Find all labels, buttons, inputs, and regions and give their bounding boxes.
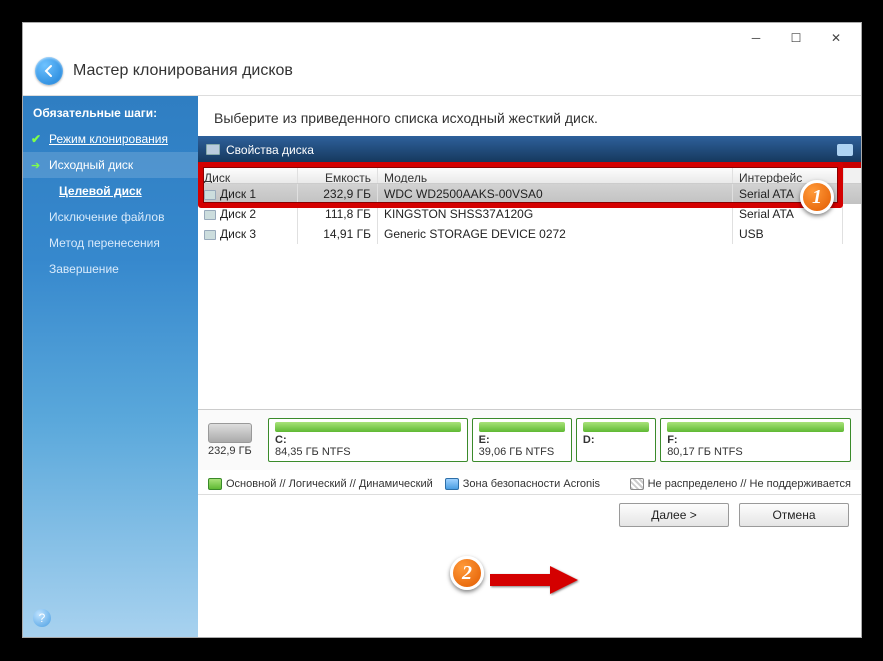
sidebar-step-method: Метод перенесения — [23, 230, 198, 256]
footer: Далее > Отмена — [198, 494, 861, 535]
sidebar-step-label: Целевой диск — [59, 184, 142, 198]
help-button[interactable]: ? — [33, 609, 51, 627]
next-button[interactable]: Далее > — [619, 503, 729, 527]
hdd-icon — [204, 230, 216, 240]
main-panel: Выберите из приведенного списка исходный… — [198, 96, 861, 637]
columns-button[interactable] — [837, 144, 853, 156]
hdd-icon — [204, 190, 216, 200]
table-row[interactable]: Диск 2 111,8 ГБ KINGSTON SHSS37A120G Ser… — [198, 204, 861, 224]
disk-summary: 232,9 ГБ — [208, 418, 262, 462]
hdd-icon — [204, 210, 216, 220]
cancel-button[interactable]: Отмена — [739, 503, 849, 527]
partition-f[interactable]: F: 80,17 ГБ NTFS — [660, 418, 851, 462]
partition-e[interactable]: E: 39,06 ГБ NTFS — [472, 418, 572, 462]
sidebar-step-exclusions: Исключение файлов — [23, 204, 198, 230]
partition-bars: C: 84,35 ГБ NTFS E: 39,06 ГБ NTFS D: — [268, 418, 851, 462]
toolbar-props-label[interactable]: Свойства диска — [226, 143, 314, 157]
disk-table: Диск Емкость Модель Интерфейс Диск 1 232… — [198, 162, 861, 409]
sidebar-step-label: Метод перенесения — [49, 236, 160, 250]
col-disk[interactable]: Диск — [198, 168, 298, 183]
legend-swatch-acronis — [445, 478, 459, 490]
minimize-button[interactable]: ─ — [736, 27, 776, 49]
table-row[interactable]: Диск 1 232,9 ГБ WDC WD2500AAKS-00VSA0 Se… — [198, 184, 861, 204]
legend: Основной // Логический // Динамический З… — [198, 470, 861, 494]
legend-swatch-primary — [208, 478, 222, 490]
close-button[interactable]: ✕ — [816, 27, 856, 49]
partition-c[interactable]: C: 84,35 ГБ NTFS — [268, 418, 468, 462]
back-button[interactable] — [35, 57, 63, 85]
col-capacity[interactable]: Емкость — [298, 168, 378, 183]
disk-image-icon — [208, 423, 252, 443]
annotation-badge-2: 2 — [450, 556, 484, 590]
legend-swatch-unalloc — [630, 478, 644, 490]
sidebar: Обязательные шаги: ✔ Режим клонирования … — [23, 96, 198, 637]
col-model[interactable]: Модель — [378, 168, 733, 183]
wizard-window: ─ ☐ ✕ Мастер клонирования дисков Обязате… — [22, 22, 862, 638]
arrow-right-icon: ➔ — [31, 159, 40, 172]
arrow-left-icon — [42, 64, 56, 78]
table-header: Диск Емкость Модель Интерфейс — [198, 162, 861, 184]
titlebar: ─ ☐ ✕ — [23, 23, 861, 53]
sidebar-step-label: Режим клонирования — [49, 132, 168, 146]
table-body: Диск 1 232,9 ГБ WDC WD2500AAKS-00VSA0 Se… — [198, 184, 861, 409]
sidebar-step-clone-mode[interactable]: ✔ Режим клонирования — [23, 126, 198, 152]
sidebar-step-target-disk[interactable]: Целевой диск — [23, 178, 198, 204]
partition-d[interactable]: D: — [576, 418, 656, 462]
header: Мастер клонирования дисков — [23, 53, 861, 96]
disk-icon — [206, 144, 220, 155]
maximize-button[interactable]: ☐ — [776, 27, 816, 49]
col-interface[interactable]: Интерфейс — [733, 168, 843, 183]
disk-toolbar: Свойства диска — [198, 136, 861, 162]
wizard-title: Мастер клонирования дисков — [73, 62, 293, 80]
sidebar-group-label: Обязательные шаги: — [23, 100, 198, 126]
sidebar-step-source-disk[interactable]: ➔ Исходный диск — [23, 152, 198, 178]
sidebar-step-label: Исключение файлов — [49, 210, 164, 224]
annotation-arrow-icon — [490, 566, 580, 596]
scrollbar[interactable] — [843, 168, 861, 183]
annotation-badge-1: 1 — [800, 180, 834, 214]
partition-panel: 232,9 ГБ C: 84,35 ГБ NTFS E: 39,06 ГБ NT… — [198, 409, 861, 470]
check-icon: ✔ — [31, 132, 41, 146]
sidebar-step-label: Завершение — [49, 262, 119, 276]
table-row[interactable]: Диск 3 14,91 ГБ Generic STORAGE DEVICE 0… — [198, 224, 861, 244]
sidebar-step-finish: Завершение — [23, 256, 198, 282]
sidebar-step-label: Исходный диск — [49, 158, 133, 172]
instruction-text: Выберите из приведенного списка исходный… — [198, 96, 861, 136]
